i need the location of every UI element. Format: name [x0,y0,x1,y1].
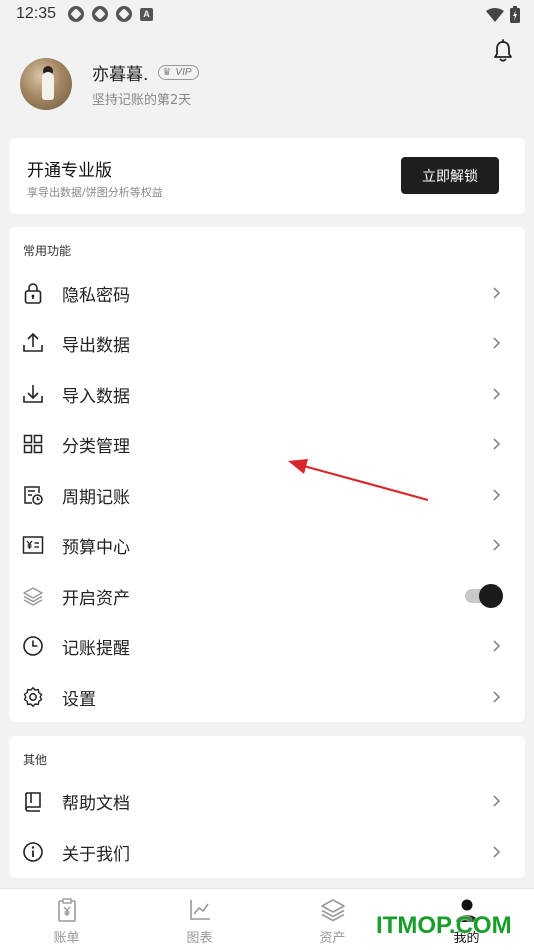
chevron-right-icon [493,795,501,807]
menu-item-category-management[interactable]: 分类管理 [9,419,525,469]
watermark: ITMOP.COM [376,912,512,939]
menu-item-export-data[interactable]: 导出数据 [9,318,525,368]
menu-label: 导入数据 [62,386,130,407]
layers-icon [321,899,345,922]
vip-badge[interactable]: VIP [158,65,199,80]
profile-header[interactable]: 亦暮暮. VIP 坚持记账的第2天 [20,39,514,110]
menu-label: 帮助文档 [62,793,130,814]
unlock-button[interactable]: 立即解锁 [401,157,499,194]
username: 亦暮暮. [92,65,149,85]
calendar-clock-icon [24,486,43,505]
info-icon [23,842,43,862]
chevron-right-icon [493,691,501,703]
status-right [486,6,520,23]
menu-item-bookkeeping-reminder[interactable]: 记账提醒 [9,621,525,671]
chevron-right-icon [493,846,501,858]
menu-item-enable-assets: 开启资产 [9,571,525,621]
tab-chart[interactable]: 图表 [133,889,266,950]
pro-upgrade-card: 开通专业版 享导出数据/饼图分析等权益 立即解锁 [9,138,525,214]
menu-item-settings[interactable]: 设置 [9,672,525,722]
menu-item-import-data[interactable]: 导入数据 [9,369,525,419]
download-icon [23,385,43,403]
menu-item-about-us[interactable]: 关于我们 [9,827,525,877]
book-icon [25,792,41,812]
upload-icon [23,332,43,352]
gear-icon [23,687,43,707]
menu-label: 记账提醒 [62,638,130,659]
menu-label: 分类管理 [62,436,130,457]
menu-label: 设置 [62,689,96,710]
menu-label: 隐私密码 [62,285,130,306]
budget-icon [22,536,44,554]
chevron-right-icon [493,489,501,501]
tab-label: 图表 [186,931,213,946]
menu-label: 开启资产 [62,588,130,609]
other-card: 其他 帮助文档 关于我们 [9,736,525,878]
lock-icon [24,283,42,304]
tab-bill[interactable]: 账单 [0,889,133,950]
username-row: 亦暮暮. VIP [92,60,199,85]
a-notification-icon: A [140,7,154,21]
streak-text: 坚持记账的第2天 [92,93,192,108]
menu-label: 周期记账 [62,487,130,508]
chevron-right-icon [493,287,501,299]
wifi-icon [486,7,504,22]
clock-icon [23,636,43,656]
status-bar: 12:35 A [0,0,534,28]
app-notification-icon [68,6,85,22]
section-title-common: 常用功能 [23,244,72,258]
chevron-right-icon [493,539,501,551]
chevron-right-icon [493,438,501,450]
menu-label: 预算中心 [62,537,130,558]
battery-icon [510,6,520,23]
layers-icon [23,587,43,606]
app-notification-icon [116,6,133,22]
status-time: 12:35 [16,5,57,22]
menu-label: 导出数据 [62,335,130,356]
chevron-right-icon [493,337,501,349]
chevron-right-icon [493,640,501,652]
section-title-other: 其他 [23,753,48,767]
chevron-right-icon [493,388,501,400]
chart-icon [190,900,210,920]
common-functions-card: 常用功能 隐私密码 导出数据 导入数据 分类管理 周期记账 预算中心 开启资产 [9,227,525,722]
pro-description: 享导出数据/饼图分析等权益 [27,186,163,199]
menu-item-budget-center[interactable]: 预算中心 [9,520,525,570]
tab-label: 账单 [53,931,80,946]
avatar[interactable] [20,58,72,110]
menu-item-help-docs[interactable]: 帮助文档 [9,776,525,826]
app-notification-icon [92,6,109,22]
bill-icon [58,898,76,922]
toggle-knob [479,584,503,608]
pro-title: 开通专业版 [27,161,112,181]
enable-assets-toggle[interactable] [465,584,503,608]
grid-icon [23,434,43,454]
menu-label: 关于我们 [62,844,130,865]
menu-item-privacy-password[interactable]: 隐私密码 [9,268,525,318]
bell-icon[interactable] [492,39,514,63]
menu-item-recurring-bookkeeping[interactable]: 周期记账 [9,470,525,520]
